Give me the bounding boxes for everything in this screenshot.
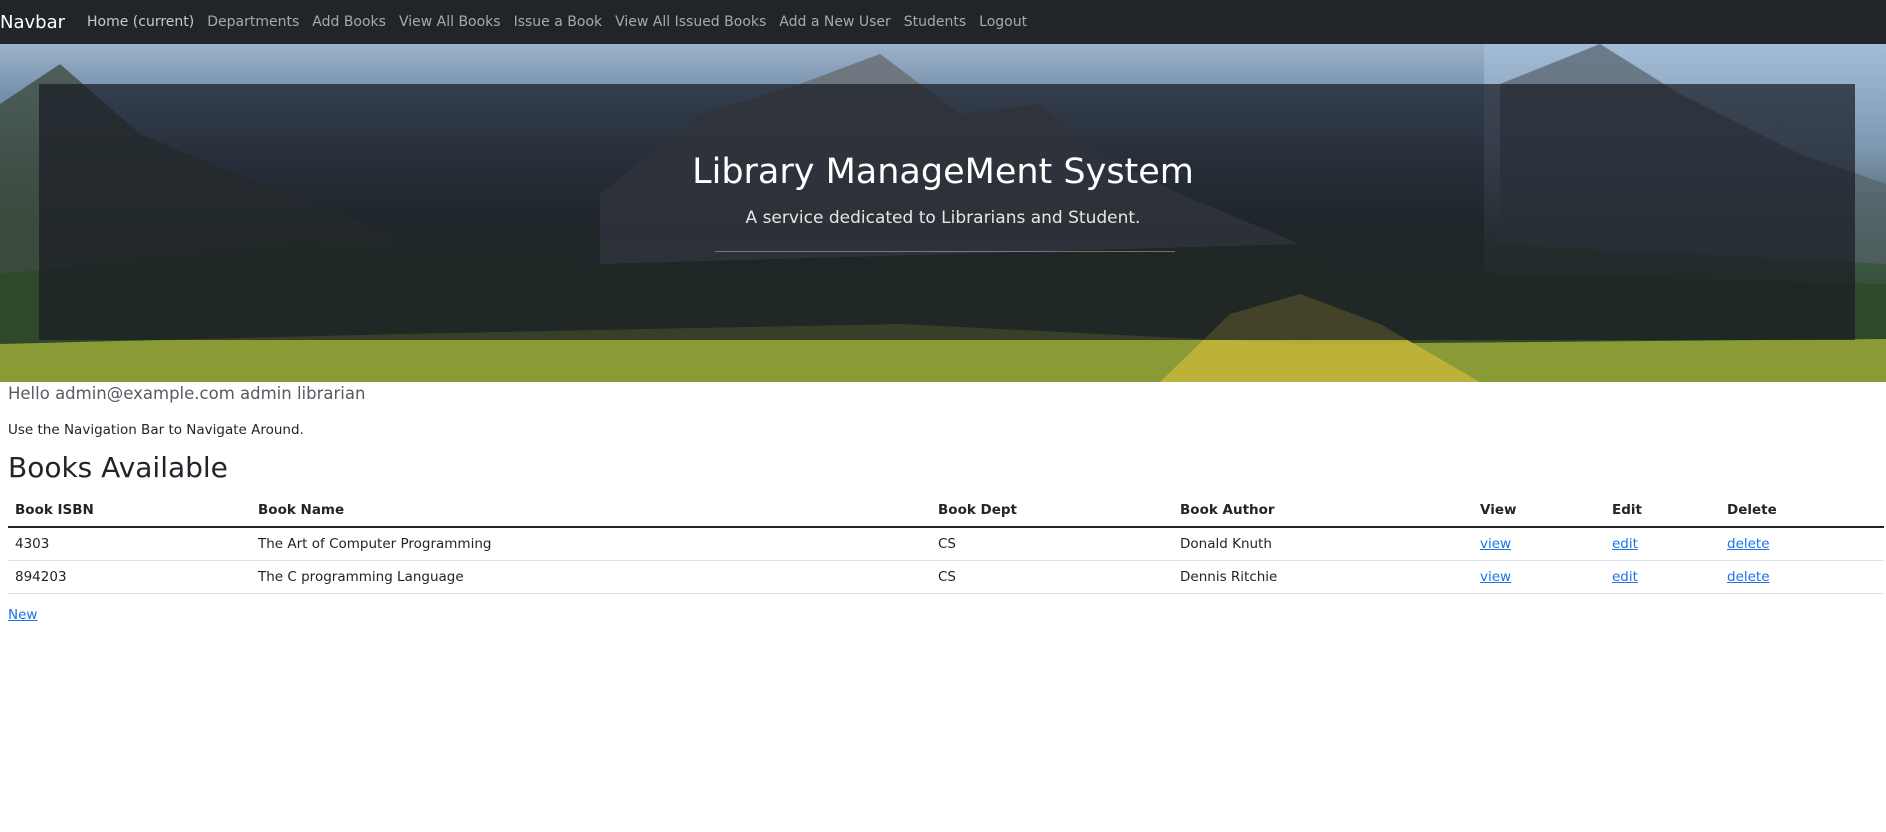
nav-add-books[interactable]: Add Books (312, 14, 386, 30)
table-row: 894203 The C programming Language CS Den… (8, 560, 1884, 594)
nav-view-issued-books[interactable]: View All Issued Books (615, 14, 766, 30)
cell-delete: delete (1720, 560, 1884, 594)
navbar-brand[interactable]: Navbar (0, 12, 65, 33)
view-link[interactable]: view (1480, 569, 1511, 585)
top-navbar: Navbar Home (current) Departments Add Bo… (0, 0, 1886, 44)
hero-banner: Library ManageMent System A service dedi… (0, 44, 1886, 382)
delete-link[interactable]: delete (1727, 569, 1770, 585)
cell-view: view (1473, 527, 1605, 561)
cell-name: The C programming Language (251, 560, 931, 594)
hero-title: Library ManageMent System (692, 152, 1194, 192)
cell-name: The Art of Computer Programming (251, 527, 931, 561)
nav-issue-book[interactable]: Issue a Book (514, 14, 603, 30)
table-row: 4303 The Art of Computer Programming CS … (8, 527, 1884, 561)
header-edit: Edit (1605, 493, 1720, 528)
cell-isbn: 894203 (8, 560, 251, 594)
edit-link[interactable]: edit (1612, 569, 1638, 585)
cell-dept: CS (931, 527, 1173, 561)
nav-logout[interactable]: Logout (979, 14, 1027, 30)
nav-home[interactable]: Home (current) (87, 14, 194, 30)
cell-edit: edit (1605, 527, 1720, 561)
nav-add-user[interactable]: Add a New User (779, 14, 890, 30)
books-section-title: Books Available (8, 451, 228, 484)
header-dept: Book Dept (931, 493, 1173, 528)
cell-dept: CS (931, 560, 1173, 594)
cell-isbn: 4303 (8, 527, 251, 561)
cell-author: Donald Knuth (1173, 527, 1473, 561)
navigation-hint: Use the Navigation Bar to Navigate Aroun… (8, 422, 304, 438)
nav-departments[interactable]: Departments (207, 14, 299, 30)
cell-view: view (1473, 560, 1605, 594)
header-name: Book Name (251, 493, 931, 528)
table-header-row: Book ISBN Book Name Book Dept Book Autho… (8, 493, 1884, 528)
header-view: View (1473, 493, 1605, 528)
nav-students[interactable]: Students (904, 14, 966, 30)
header-delete: Delete (1720, 493, 1884, 528)
header-author: Book Author (1173, 493, 1473, 528)
books-table: Book ISBN Book Name Book Dept Book Autho… (8, 493, 1884, 594)
cell-delete: delete (1720, 527, 1884, 561)
user-greeting: Hello admin@example.com admin librarian (8, 384, 366, 403)
edit-link[interactable]: edit (1612, 536, 1638, 552)
cell-author: Dennis Ritchie (1173, 560, 1473, 594)
hero-divider (715, 251, 1175, 252)
nav-view-all-books[interactable]: View All Books (399, 14, 501, 30)
header-isbn: Book ISBN (8, 493, 251, 528)
delete-link[interactable]: delete (1727, 536, 1770, 552)
view-link[interactable]: view (1480, 536, 1511, 552)
cell-edit: edit (1605, 560, 1720, 594)
new-book-link[interactable]: New (8, 607, 37, 623)
hero-subtitle: A service dedicated to Librarians and St… (745, 208, 1141, 228)
